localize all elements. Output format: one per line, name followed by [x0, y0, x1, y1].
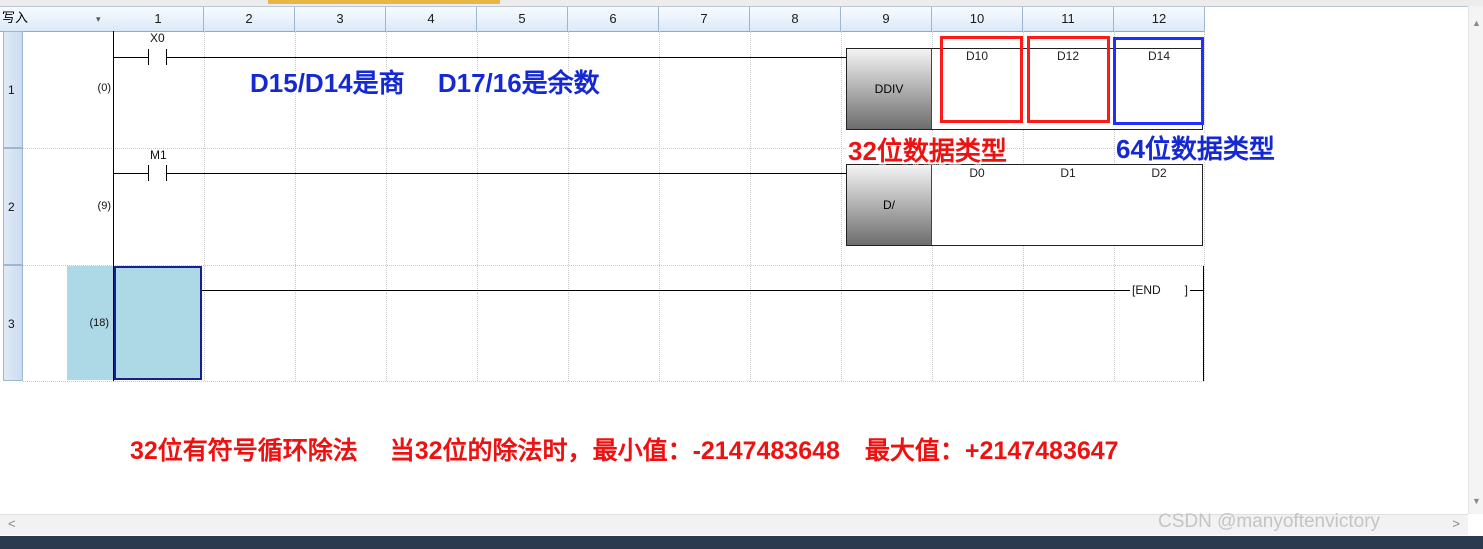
grid-line: [659, 31, 660, 381]
d-div-instruction-name: D/: [847, 165, 932, 245]
contact-x0-label: X0: [150, 31, 165, 45]
annotation-32bit-type: 32位数据类型: [848, 136, 1007, 166]
left-bus-bar: [113, 31, 114, 381]
column-header-9: 9: [841, 7, 932, 31]
end-instruction[interactable]: [END]: [1130, 283, 1191, 297]
column-header-10: 10: [932, 7, 1023, 31]
column-header-6: 6: [568, 7, 659, 31]
right-bus-bar: [1203, 266, 1204, 381]
active-tab-accent: [268, 0, 500, 4]
contact-x0[interactable]: [148, 49, 149, 65]
mode-dropdown-icon[interactable]: ▾: [96, 7, 101, 31]
scroll-right-icon[interactable]: >: [1452, 516, 1460, 531]
contact-m1-label: M1: [150, 148, 167, 162]
rung-wire: [166, 173, 847, 174]
selection-cursor[interactable]: [114, 266, 202, 380]
column-header-5: 5: [477, 7, 568, 31]
grid-line: [750, 31, 751, 381]
taskbar: [0, 536, 1483, 549]
row-header-2[interactable]: 2: [3, 148, 23, 265]
column-header-7: 7: [659, 7, 750, 31]
operand-d2: D2: [1151, 166, 1167, 180]
operand-d0: D0: [969, 166, 985, 180]
end-label: [END: [1132, 283, 1161, 297]
grid-line: [23, 148, 1204, 149]
annotation-64bit-type: 64位数据类型: [1116, 134, 1275, 164]
rung-wire: [113, 57, 148, 58]
rung-wire: [202, 290, 1203, 291]
end-close: ]: [1184, 283, 1189, 297]
scroll-up-icon[interactable]: ▲: [1472, 18, 1481, 28]
column-header-3: 3: [295, 7, 386, 31]
column-header-2: 2: [204, 7, 295, 31]
grid-line: [1204, 31, 1205, 381]
highlight-box-d10: [940, 36, 1023, 123]
row-header-1[interactable]: 1: [3, 31, 23, 148]
scroll-down-icon[interactable]: ▼: [1472, 496, 1481, 506]
contact-m1[interactable]: [148, 165, 149, 181]
vertical-scrollbar[interactable]: ▲ ▼: [1468, 6, 1483, 514]
scroll-left-icon[interactable]: <: [8, 516, 16, 531]
watermark: CSDN @manyoftenvictory: [1158, 511, 1381, 532]
column-header-8: 8: [750, 7, 841, 31]
annotation-quotient-remainder: D15/D14是商 D17/16是余数: [250, 68, 600, 98]
row-header-3[interactable]: 3: [3, 265, 23, 381]
ddiv-instruction-name: DDIV: [847, 49, 932, 129]
rung-wire: [113, 173, 148, 174]
annotation-bottom-note: 32位有符号循环除法 当32位的除法时，最小值：-2147483648 最大值：…: [130, 437, 1119, 465]
column-header-11: 11: [1023, 7, 1114, 31]
mode-label: 写入: [2, 10, 29, 25]
grid-line: [204, 31, 205, 381]
column-header-1: 1: [113, 7, 204, 31]
step-number: (9): [97, 200, 111, 212]
step-number: (0): [97, 82, 111, 94]
column-header-4: 4: [386, 7, 477, 31]
rung-wire: [166, 57, 847, 58]
column-header-12: 12: [1114, 7, 1205, 31]
highlight-box-d12: [1027, 36, 1110, 123]
step-number: (18): [89, 317, 109, 329]
grid-line: [23, 381, 1204, 382]
highlight-box-d14: [1113, 37, 1204, 125]
grid-line: [841, 31, 842, 381]
operand-d1: D1: [1060, 166, 1076, 180]
